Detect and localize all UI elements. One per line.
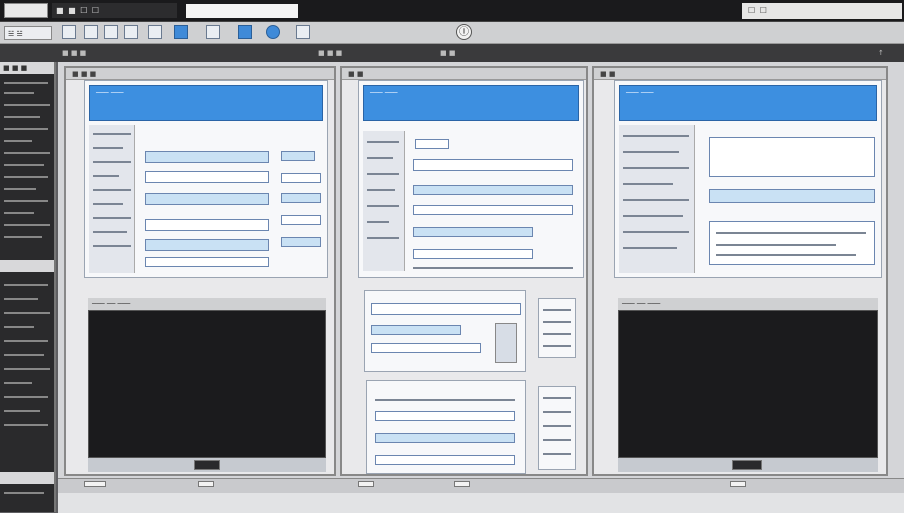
panel-1-status-button[interactable] — [194, 460, 220, 470]
panel-1-field-5[interactable] — [145, 239, 269, 251]
panel-3-preview — [618, 310, 878, 458]
panel-3-preview-header: ─── ── ─── — [618, 298, 878, 310]
left-sidebar: ■ ■ ■ — [0, 62, 56, 512]
panel-3-status-button[interactable] — [732, 460, 762, 470]
tool-icon-blue-2[interactable] — [238, 25, 252, 39]
tool-icon-blue-1[interactable] — [174, 25, 188, 39]
center-logo-icon: Ⓘ — [456, 24, 472, 40]
tool-icon-5[interactable] — [148, 25, 162, 39]
tool-icon-blue-3[interactable] — [266, 25, 280, 39]
main-toolbar: ☱ ☱ Ⓘ — [0, 22, 904, 44]
panel-1-side-field-2[interactable] — [281, 173, 321, 183]
panel-2-field-4[interactable] — [413, 227, 533, 237]
panel-3-textarea[interactable] — [709, 137, 875, 177]
panel-3-statusbar — [618, 458, 878, 472]
window-controls[interactable]: ☐ ☐ — [742, 3, 902, 19]
panel-2-sub1-field-3[interactable] — [371, 343, 481, 353]
panel-1-title-bar: ─── ─── — [89, 85, 323, 121]
tab-2[interactable]: ■ ■ ■ — [318, 44, 342, 62]
panel-1-side-field-3[interactable] — [281, 193, 321, 203]
panel-2-title-bar: ─── ─── — [363, 85, 579, 121]
panel-2-sub1-grid — [495, 323, 517, 363]
panel-1-form: ─── ─── — [84, 80, 328, 278]
app-menu-button[interactable]: ☱ ☱ — [4, 26, 52, 40]
panel-2-sub2-field-1[interactable] — [375, 411, 515, 421]
bottom-tab-1[interactable] — [84, 481, 106, 487]
tool-icon-1[interactable] — [62, 25, 76, 39]
panel-1-header: ■ ■ ■ — [66, 68, 334, 80]
bottom-status-strip — [58, 493, 904, 513]
tab-3[interactable]: ■ ■ — [440, 44, 455, 62]
panel-2-sub1-field-2[interactable] — [371, 325, 461, 335]
tab-row: ■ ■ ■ ■ ■ ■ ■ ■ ↑ — [0, 44, 904, 62]
panel-1-field-2[interactable] — [145, 171, 269, 183]
panel-1-side-field-1[interactable] — [281, 151, 315, 161]
panel-2-form: ─── ─── — [358, 80, 584, 278]
panel-3-field-2[interactable] — [709, 221, 875, 265]
sidebar-footer — [0, 472, 54, 484]
tool-icon-6[interactable] — [206, 25, 220, 39]
panel-3-header: ■ ■ — [594, 68, 886, 80]
panel-1-sidebar — [89, 125, 135, 273]
app-logo — [4, 3, 48, 18]
panel-2-sub2-field-2[interactable] — [375, 433, 515, 443]
panel-1-field-1[interactable] — [145, 151, 269, 163]
panel-2-header: ■ ■ — [342, 68, 586, 80]
tool-icon-4[interactable] — [124, 25, 138, 39]
tool-icon-2[interactable] — [84, 25, 98, 39]
panel-1-preview-header: ─── ── ─── — [88, 298, 326, 310]
panel-1-field-6[interactable] — [145, 257, 269, 267]
panel-3-title-bar: ─── ─── — [619, 85, 877, 121]
panel-1-side-field-4[interactable] — [281, 215, 321, 225]
panel-2-field-3[interactable] — [413, 205, 573, 215]
panel-2-subform-2 — [366, 380, 526, 474]
panel-3-sidebar — [619, 125, 695, 273]
bottom-bar — [58, 478, 904, 513]
bottom-tab-4[interactable] — [454, 481, 470, 487]
panel-2-small-field[interactable] — [415, 139, 449, 149]
panel-3: ■ ■ ─── ─── ─── ── ─── — [592, 66, 888, 476]
bottom-tab-5[interactable] — [730, 481, 746, 487]
panel-1-preview — [88, 310, 326, 458]
panel-2: ■ ■ ─── ─── — [340, 66, 588, 476]
window-title: ■ ■ ☐ ☐ — [52, 3, 177, 18]
panel-2-field-2[interactable] — [413, 185, 573, 195]
panel-1: ■ ■ ■ ─── ─── ─── ── ─── — [64, 66, 336, 476]
panel-2-sidebar — [363, 131, 405, 271]
address-field[interactable] — [186, 4, 298, 18]
panel-2-side-list-1 — [538, 298, 576, 358]
panel-1-statusbar — [88, 458, 326, 472]
panel-1-side-field-5[interactable] — [281, 237, 321, 247]
tool-icon-7[interactable] — [296, 25, 310, 39]
panel-1-field-4[interactable] — [145, 219, 269, 231]
panel-3-field-1[interactable] — [709, 189, 875, 203]
tool-icon-3[interactable] — [104, 25, 118, 39]
panel-2-field-5[interactable] — [413, 249, 533, 259]
sidebar-header: ■ ■ ■ — [0, 62, 54, 74]
bottom-tab-3[interactable] — [358, 481, 374, 487]
tab-1[interactable]: ■ ■ ■ — [62, 44, 86, 62]
panel-2-side-list-2 — [538, 386, 576, 470]
panel-2-field-1[interactable] — [413, 159, 573, 171]
collapse-icon[interactable]: ↑ — [878, 44, 884, 62]
panel-2-sub1-field-1[interactable] — [371, 303, 521, 315]
window-titlebar: ■ ■ ☐ ☐ ☐ ☐ — [0, 0, 904, 22]
panel-1-field-3[interactable] — [145, 193, 269, 205]
panel-2-sub2-field-3[interactable] — [375, 455, 515, 465]
panel-3-form: ─── ─── — [614, 80, 882, 278]
panel-2-subform-1 — [364, 290, 526, 372]
bottom-tab-2[interactable] — [198, 481, 214, 487]
sidebar-subheader — [0, 260, 54, 272]
